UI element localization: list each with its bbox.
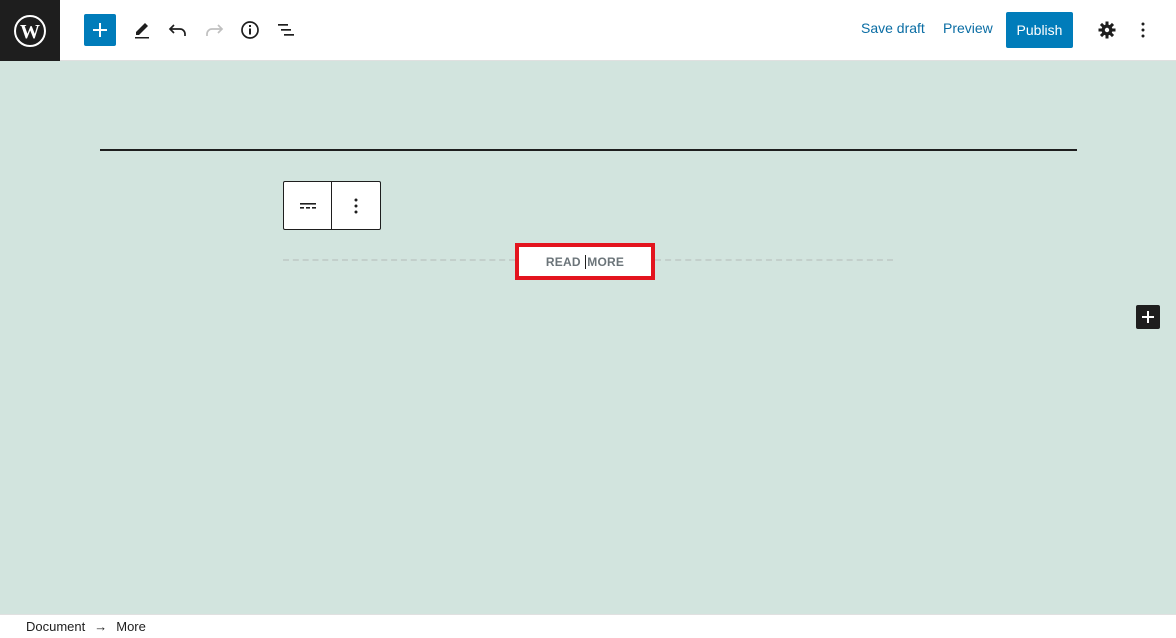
text-cursor bbox=[585, 254, 587, 269]
tools-button[interactable] bbox=[126, 14, 158, 46]
read-more-input[interactable]: READ MORE bbox=[515, 243, 655, 280]
breadcrumb: Document → More bbox=[0, 614, 1176, 638]
publish-button[interactable]: Publish bbox=[1006, 12, 1073, 48]
gear-icon bbox=[1098, 21, 1116, 39]
pencil-icon bbox=[135, 23, 149, 39]
list-view-button[interactable] bbox=[270, 14, 302, 46]
more-divider-left bbox=[283, 259, 515, 261]
redo-button[interactable] bbox=[198, 14, 230, 46]
breadcrumb-item-document[interactable]: Document bbox=[26, 619, 85, 634]
editor-header: W Save draft Preview Publish bbox=[0, 0, 1176, 61]
wordpress-logo-icon[interactable]: W bbox=[0, 0, 60, 61]
side-inserter-button[interactable] bbox=[1136, 305, 1160, 329]
undo-icon bbox=[168, 24, 186, 36]
save-draft-button[interactable]: Save draft bbox=[861, 20, 925, 40]
preview-button[interactable]: Preview bbox=[943, 20, 993, 40]
breadcrumb-separator: → bbox=[94, 619, 108, 634]
info-icon bbox=[241, 21, 259, 39]
more-block-icon bbox=[299, 202, 316, 209]
add-block-button[interactable] bbox=[84, 14, 116, 46]
read-more-text-part2: MORE bbox=[587, 254, 625, 269]
undo-button[interactable] bbox=[162, 14, 194, 46]
details-button[interactable] bbox=[234, 14, 266, 46]
post-title-divider bbox=[100, 149, 1077, 151]
plus-icon bbox=[1142, 311, 1154, 323]
redo-icon bbox=[206, 24, 224, 36]
block-toolbar bbox=[283, 181, 381, 230]
plus-icon bbox=[93, 23, 107, 37]
more-divider-right bbox=[655, 259, 893, 261]
svg-text:W: W bbox=[20, 21, 40, 43]
breadcrumb-item-more: More bbox=[116, 619, 146, 634]
more-vertical-icon bbox=[1141, 22, 1145, 38]
settings-button[interactable] bbox=[1091, 14, 1123, 46]
list-view-icon bbox=[278, 24, 294, 36]
block-options-button[interactable] bbox=[332, 182, 380, 229]
more-vertical-icon bbox=[354, 198, 358, 213]
read-more-text-part1: READ bbox=[545, 254, 585, 269]
options-button[interactable] bbox=[1127, 14, 1159, 46]
block-type-button[interactable] bbox=[284, 182, 332, 229]
